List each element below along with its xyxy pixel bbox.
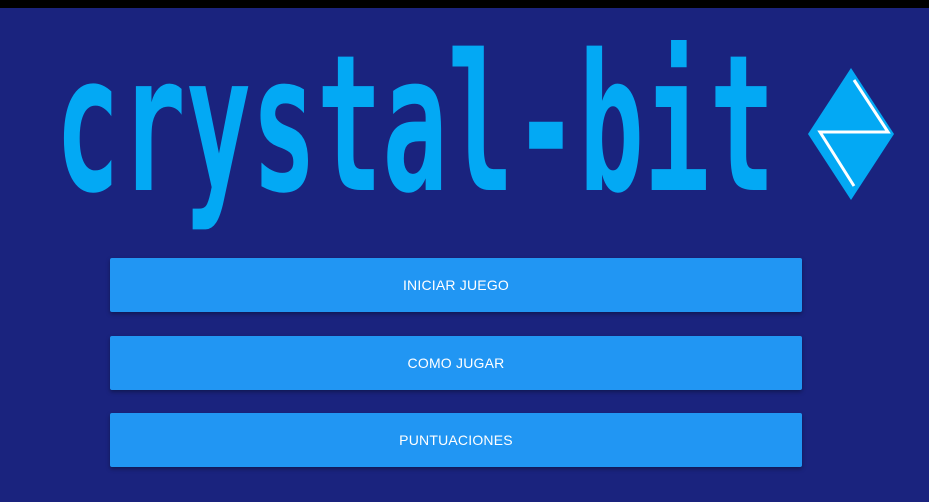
logo-title: crystal-bit bbox=[55, 40, 775, 235]
start-game-button[interactable]: INICIAR JUEGO bbox=[110, 258, 802, 312]
scores-button[interactable]: PUNTUACIONES bbox=[110, 413, 802, 467]
how-to-play-button[interactable]: COMO JUGAR bbox=[110, 336, 802, 390]
logo-wordmark: crystal-bit bbox=[55, 40, 775, 235]
window-top-bar bbox=[0, 0, 929, 8]
crystal-diamond-icon bbox=[808, 68, 894, 200]
game-logo: crystal-bit bbox=[0, 8, 929, 248]
